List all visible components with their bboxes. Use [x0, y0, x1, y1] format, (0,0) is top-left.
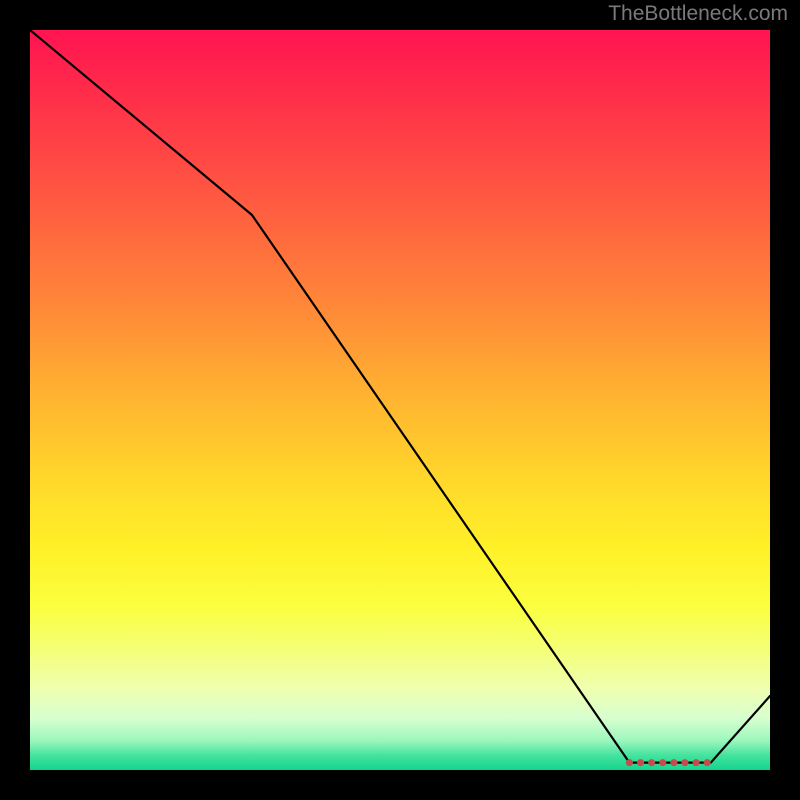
attribution-text: TheBottleneck.com: [608, 2, 788, 26]
bottleneck-curve: [30, 30, 770, 763]
chart-container: TheBottleneck.com: [0, 0, 800, 800]
plot-area: [30, 30, 770, 770]
chart-overlay: [30, 30, 770, 770]
